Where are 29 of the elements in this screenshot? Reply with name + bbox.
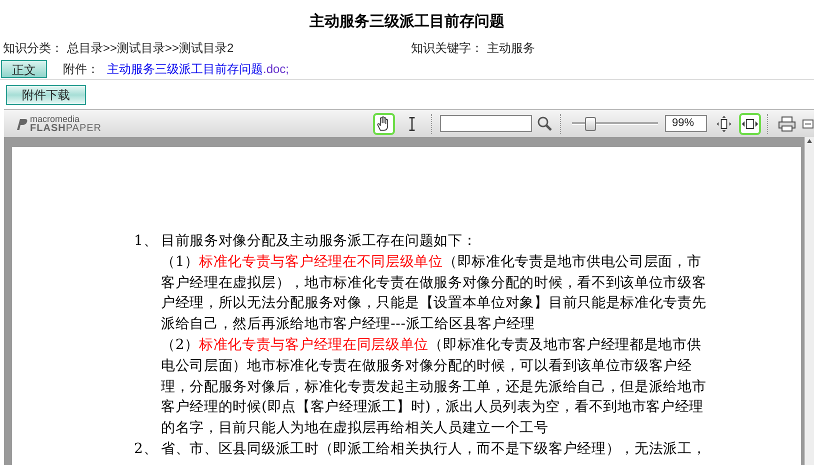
attachment-link[interactable]: 主动服务三级派工目前存问题.doc; [107, 60, 290, 78]
zoom-slider[interactable] [569, 116, 661, 132]
page-title: 主动服务三级派工目前存问题 [310, 12, 504, 30]
list-number: 2、 [134, 440, 159, 459]
download-button[interactable]: 附件下载 [6, 84, 86, 104]
field-label: 知识分类： [3, 40, 63, 57]
logo-icon [14, 116, 28, 130]
document-paragraph: 省、市、区县同级派工时（即派工给相关执行人，而不是下级客户经理），无法派工， [161, 440, 707, 459]
field-value: 总目录>>测试目录>>测试目录2 [67, 40, 234, 57]
hand-icon[interactable] [373, 112, 395, 134]
slider-thumb[interactable] [585, 116, 596, 130]
scrollbar[interactable] [804, 137, 814, 465]
logo-tagline: macromedia [30, 114, 81, 124]
print-icon[interactable] [778, 116, 796, 132]
attachment-label: 附件： [63, 60, 99, 78]
document-paragraph: 目前服务对像分配及主动服务派工存在问题如下： [161, 232, 478, 251]
field-value: 主动服务 [487, 40, 535, 57]
scroll-up-arrow-icon[interactable] [805, 137, 814, 145]
search-field[interactable] [440, 115, 532, 132]
zoom-percent-field[interactable]: 99% [665, 115, 707, 132]
field-label: 知识关键字： [411, 40, 483, 57]
logo-wordmark: FLASHPAPER [30, 124, 102, 132]
window-icon[interactable] [802, 118, 814, 130]
list-number: 1、 [134, 232, 159, 251]
search-icon[interactable] [537, 116, 552, 131]
document-paragraph: （2）标准化专责与客户经理在同层级单位（即标准化专责及地市客户经理都是地市供电公司层面）地市标准化专责在做服务对像分配的时候，可以看到该单位市级客户经理，分配服务对像后，标准化专责发起主动服务工单，还是先派给自己，但是派给地市客户经理的时候(即点【客户经理派工】时)，派出人员列表为空，看不到地市客户经理的名字，目前只能人为地在虚拟层再给相关人员建立一个工号 [161, 336, 707, 438]
body-tab-button[interactable]: 正文 [1, 60, 47, 78]
fit-width-icon[interactable] [739, 112, 761, 134]
document-paragraph: （1）标准化专责与客户经理在不同层级单位（即标准化专责是地市供电公司层面，市客户经理在虚拟层），地市标准化专责在做服务对像分配的时候，看不到该单位市级客户经理，所以无法分配服务对像，只能是【设置本单位对象】目前只能是标准化专责先派给自己，然后再派给地市客户经理---派工给区县客户经理 [161, 252, 707, 334]
